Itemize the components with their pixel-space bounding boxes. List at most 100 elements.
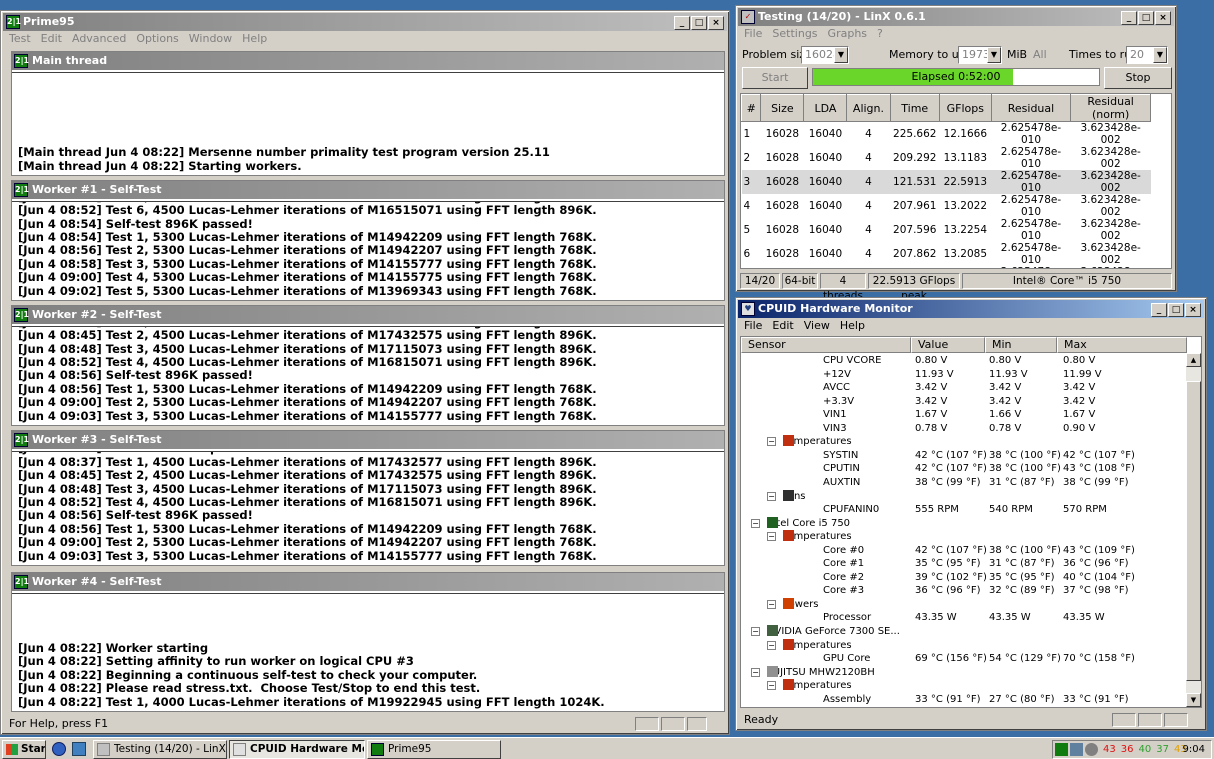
col-header-sensor[interactable]: Sensor (741, 337, 911, 353)
tree-expander[interactable]: − (767, 599, 776, 609)
linx-titlebar[interactable]: ✓ Testing (14/20) - LinX 0.6.1 _ □ × (738, 8, 1174, 26)
col-header[interactable]: # (741, 94, 762, 122)
menu-item[interactable]: Settings (772, 26, 817, 42)
menu-item[interactable]: ? (877, 26, 883, 42)
tree-expander[interactable]: − (751, 627, 760, 636)
sensor-row[interactable]: − Temperatures (741, 435, 1193, 449)
table-row[interactable]: 6 16028 16040 4 207.862 13.2085 2.625478e-010 3… (742, 242, 1151, 266)
tree-expander[interactable]: − (767, 681, 776, 691)
maximize-button[interactable]: □ (1168, 303, 1184, 317)
tree-expander[interactable]: − (751, 667, 760, 677)
sensor-row[interactable]: VIN3 0.78 V 0.78 V 0.90 V (741, 422, 1193, 436)
menu-item[interactable]: View (804, 318, 830, 334)
tree-expander[interactable]: − (751, 518, 760, 528)
worker4-titlebar[interactable]: 2|1 Worker #4 - Self-Test (12, 573, 724, 591)
sensor-row[interactable]: − Temperatures (741, 679, 1193, 693)
sensor-row[interactable]: CPUTIN 42 °C (107 °F) 38 °C (100 °F) 43 °C … (741, 462, 1193, 476)
start-button[interactable]: Start (2, 740, 46, 759)
sensor-row[interactable]: − Fans (741, 489, 1193, 504)
sensor-row[interactable]: Assembly 33 °C (91 °F) 27 °C (80 °F) 33 °C … (741, 693, 1193, 707)
maximize-button[interactable]: □ (691, 16, 707, 30)
start-button[interactable]: Start (742, 67, 808, 89)
table-row[interactable]: 1 16028 16040 4 225.662 12.1666 2.625478e-010 3… (742, 122, 1151, 147)
col-header[interactable]: Residual (990, 94, 1072, 122)
table-row[interactable]: 4 16028 16040 4 207.961 13.2022 2.625478e-010 3… (742, 194, 1151, 218)
sensor-row[interactable]: CPU VCORE 0.80 V 0.80 V 0.80 V (741, 354, 1193, 368)
quicklaunch-browser-icon[interactable] (52, 742, 66, 756)
prime95-tray-icon[interactable] (1055, 743, 1068, 756)
task-linx[interactable]: Testing (14/20) - LinX 0.6.1 (93, 740, 227, 759)
menu-item[interactable]: Help (840, 318, 865, 334)
col-header[interactable]: Residual (norm) (1070, 94, 1151, 122)
col-header[interactable]: GFlops (939, 94, 992, 122)
quicklaunch-desktop-icon[interactable] (72, 742, 86, 756)
problem-size-select[interactable]: 16028 ▼ (801, 46, 849, 64)
scroll-down-arrow[interactable]: ▼ (1186, 693, 1201, 707)
speedfan-tray-icon[interactable] (1085, 743, 1098, 756)
prime95-titlebar[interactable]: 2|1 Prime95 _ □ × (3, 13, 727, 31)
hwmonitor-titlebar[interactable]: ♥ CPUID Hardware Monitor _ □ × (738, 300, 1204, 318)
sensor-row[interactable]: VIN1 1.67 V 1.66 V 1.67 V (741, 408, 1193, 422)
sensor-row[interactable]: Core #2 39 °C (102 °F) 35 °C (95 °F) 40 °C … (741, 571, 1193, 585)
sensor-row[interactable]: AVCC 3.42 V 3.42 V 3.42 V (741, 381, 1193, 395)
sensor-row[interactable]: +3.3V 3.42 V 3.42 V 3.42 V (741, 395, 1193, 409)
col-header[interactable]: LDA (803, 94, 848, 122)
menu-item[interactable]: Edit (41, 31, 62, 47)
col-header[interactable]: Size (760, 94, 805, 122)
table-row[interactable]: 716028160404190.27814.42912.625478e-0103… (742, 266, 1151, 268)
sensor-row[interactable]: − Powers (741, 597, 1193, 612)
col-header[interactable]: Time (889, 94, 940, 122)
scroll-up-arrow[interactable]: ▲ (1186, 353, 1201, 367)
maximize-button[interactable]: □ (1138, 11, 1154, 25)
chevron-down-icon[interactable]: ▼ (834, 47, 848, 63)
minimize-button[interactable]: _ (1151, 303, 1167, 317)
task-hwmonitor[interactable]: CPUID Hardware Moni... (229, 740, 365, 759)
tree-expander[interactable]: − (767, 491, 776, 501)
main-thread-titlebar[interactable]: 2|1 Main thread (12, 52, 724, 70)
worker2-titlebar[interactable]: 2|1 Worker #2 - Self-Test (12, 306, 724, 324)
chevron-down-icon[interactable]: ▼ (987, 47, 1001, 63)
sensor-row[interactable]: Core #1 35 °C (95 °F) 31 °C (87 °F) 36 °C (… (741, 557, 1193, 571)
sensor-row[interactable]: GPU Core 69 °C (156 °F) 54 °C (129 °F) 70 °… (741, 652, 1193, 666)
menu-item[interactable]: Options (136, 31, 178, 47)
chevron-down-icon[interactable]: ▼ (1153, 47, 1167, 63)
sensor-row[interactable]: CPUFANIN0 555 RPM 540 RPM 570 RPM (741, 503, 1193, 517)
sensor-row[interactable]: − Temperatures (741, 530, 1193, 544)
close-button[interactable]: × (708, 16, 724, 30)
tree-expander[interactable]: − (767, 532, 776, 542)
sensor-row[interactable]: − NVIDIA GeForce 7300 SE... (741, 625, 1193, 639)
minimize-button[interactable]: _ (1121, 11, 1137, 25)
sensor-row[interactable]: − FUJITSU MHW2120BH (741, 665, 1193, 680)
menu-item[interactable]: File (744, 318, 762, 334)
stop-button[interactable]: Stop (1104, 67, 1172, 89)
sensor-row[interactable]: +12V 11.93 V 11.93 V 11.99 V (741, 368, 1193, 382)
col-header-min[interactable]: Min (985, 337, 1057, 353)
close-button[interactable]: × (1185, 303, 1201, 317)
col-header-max[interactable]: Max (1057, 337, 1187, 353)
menu-item[interactable]: Test (9, 31, 31, 47)
menu-item[interactable]: File (744, 26, 762, 42)
menu-item[interactable]: Window (189, 31, 232, 47)
times-select[interactable]: 20 ▼ (1126, 46, 1168, 64)
worker1-titlebar[interactable]: 2|1 Worker #1 - Self-Test (12, 181, 724, 199)
sensor-row[interactable]: − Temperatures (741, 638, 1193, 653)
worker3-titlebar[interactable]: 2|1 Worker #3 - Self-Test (12, 431, 724, 449)
menu-item[interactable]: Advanced (72, 31, 126, 47)
menu-item[interactable]: Help (242, 31, 267, 47)
sensor-row[interactable]: Processor 43.35 W 43.35 W 43.35 W (741, 611, 1193, 625)
sensor-row[interactable]: AUXTIN 38 °C (99 °F) 31 °C (87 °F) 38 °C (9… (741, 476, 1193, 490)
scrollbar-vertical[interactable]: ▲ ▼ (1186, 353, 1201, 707)
sensor-row[interactable]: Core #0 42 °C (107 °F) 38 °C (100 °F) 43 °C… (741, 544, 1193, 558)
memory-select[interactable]: 1973 ▼ (958, 46, 1002, 64)
table-row[interactable]: 5 16028 16040 4 207.596 13.2254 2.625478e-010 3… (742, 218, 1151, 242)
tree-expander[interactable]: − (767, 437, 776, 447)
menu-item[interactable]: Graphs (828, 26, 867, 42)
all-checkbox-label[interactable]: All (1033, 48, 1047, 61)
col-header[interactable]: Align. (846, 94, 891, 122)
network-tray-icon[interactable] (1070, 743, 1083, 756)
table-row[interactable]: 2 16028 16040 4 209.292 13.1183 2.625478e-010 3… (742, 146, 1151, 170)
task-prime95[interactable]: Prime95 (367, 740, 501, 759)
minimize-button[interactable]: _ (674, 16, 690, 30)
sensor-row[interactable]: − Intel Core i5 750 (741, 516, 1193, 531)
table-row[interactable]: 3 16028 16040 4 121.531 22.5913 2.625478e-010 3… (741, 170, 1151, 194)
